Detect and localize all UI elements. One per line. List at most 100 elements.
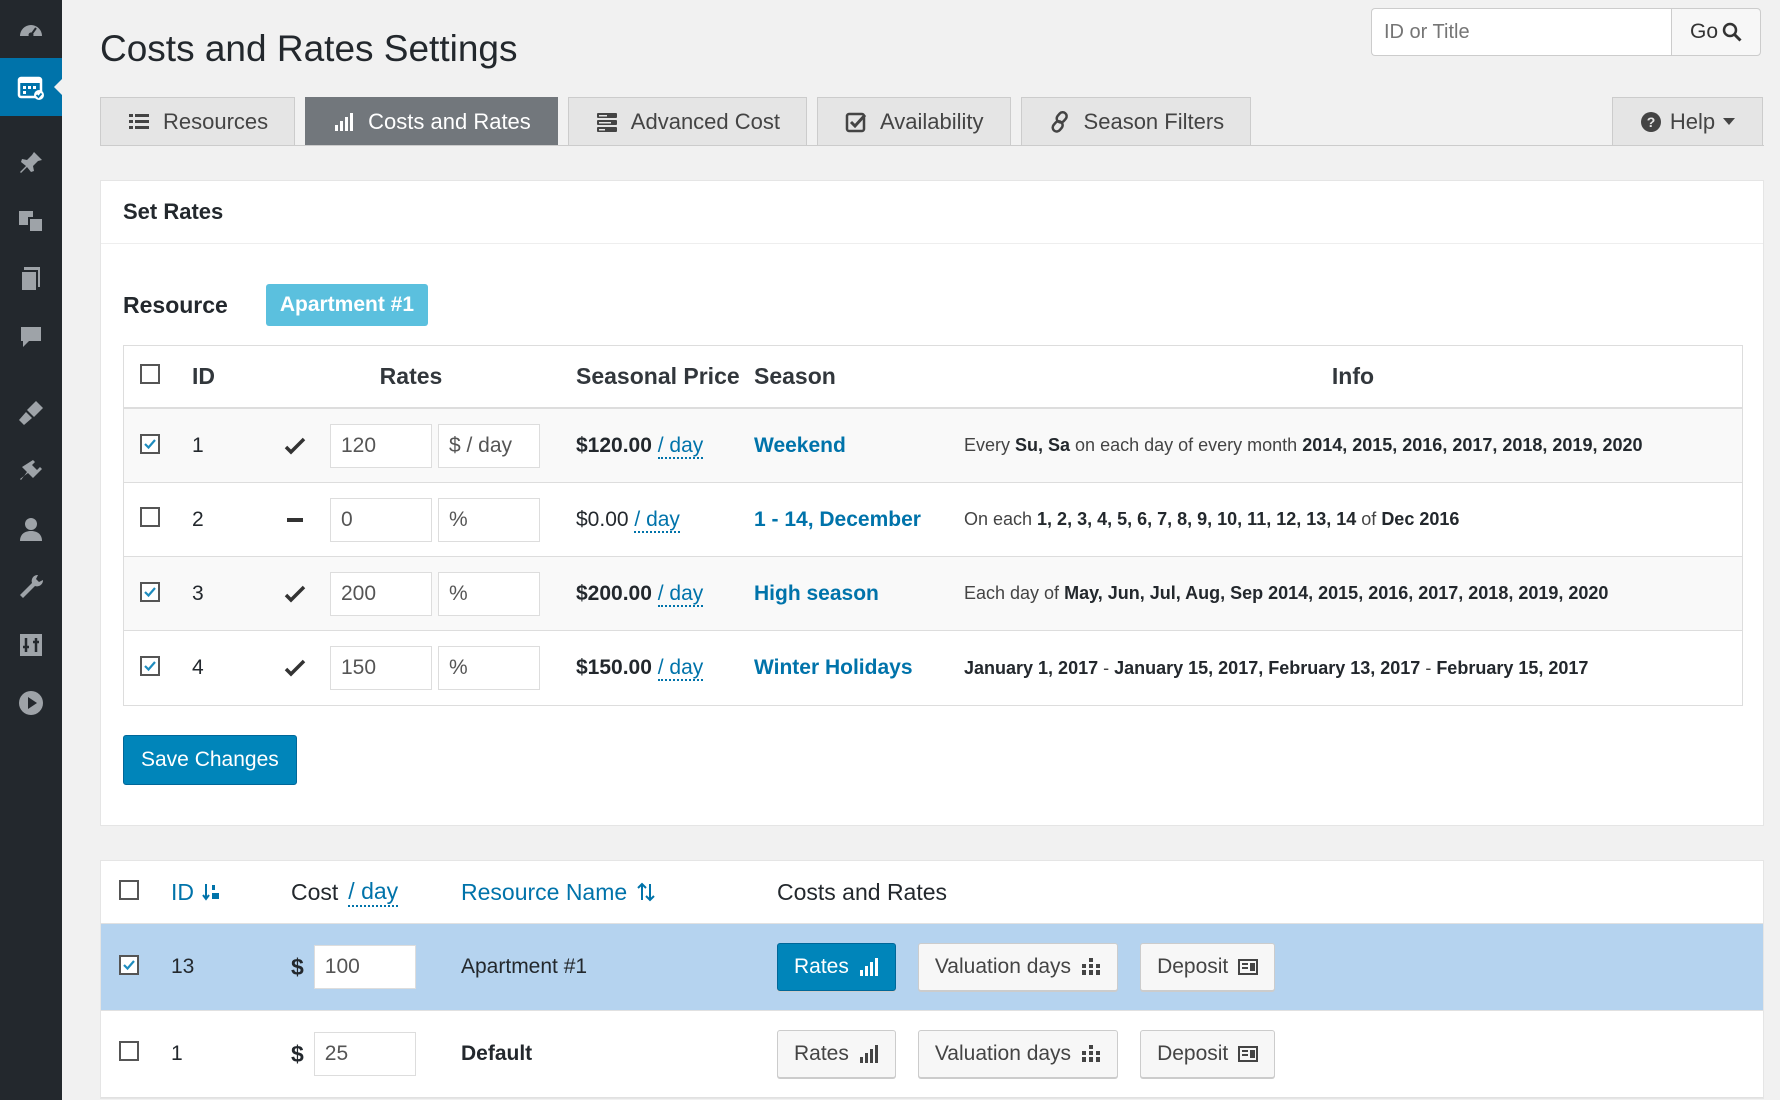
rate-row: 2 0% $0.00 / day 1 - 14, December On each 1,…	[124, 483, 1742, 557]
tab-advanced-cost[interactable]: Advanced Cost	[567, 97, 807, 146]
tab-resources[interactable]: Resources	[100, 97, 296, 146]
sort-by-name[interactable]: Resource Name	[461, 879, 777, 906]
rate-checkbox[interactable]	[140, 506, 160, 527]
settings-icon[interactable]	[0, 616, 62, 674]
rate-checkbox[interactable]	[140, 656, 160, 676]
rate-id: 3	[192, 581, 204, 605]
info-segment: January 1, 2017	[964, 657, 1099, 678]
sort-numeric-icon	[202, 884, 219, 901]
deposit-label: Deposit	[1157, 955, 1229, 978]
rates-table: ID Rates Seasonal Price Season Info 1 120…	[123, 345, 1743, 706]
seasonal-price: $0.00 / day	[562, 507, 754, 533]
search-icon	[1722, 22, 1742, 42]
rate-value-input[interactable]: 120	[330, 423, 432, 468]
deposit-button[interactable]: Deposit	[1140, 943, 1276, 991]
save-changes-button[interactable]: Save Changes	[123, 735, 297, 785]
valuation-days-button[interactable]: Valuation days	[917, 943, 1119, 991]
rates-button[interactable]: Rates	[777, 943, 896, 991]
currency-symbol: $	[291, 1040, 304, 1067]
rate-unit-select[interactable]: %	[438, 646, 540, 690]
valuation-label: Valuation days	[934, 1042, 1072, 1065]
col-id: ID	[171, 878, 194, 905]
help-dropdown[interactable]: ? Help	[1612, 97, 1763, 146]
media-icon[interactable]	[0, 192, 62, 250]
tasks-icon	[596, 113, 617, 132]
price-unit-toggle[interactable]: / day	[657, 433, 704, 459]
caret-down-icon	[1723, 118, 1736, 125]
rate-row: 1 120 $ / day $120.00 / day Weekend Every Su,…	[124, 409, 1742, 483]
price-unit-toggle[interactable]: / day	[657, 581, 704, 607]
tools-icon[interactable]	[0, 558, 62, 616]
users-icon[interactable]	[0, 500, 62, 558]
resources-table: ID Cost / day Resource Name Costs and Ra…	[100, 860, 1764, 1099]
resource-checkbox[interactable]	[119, 955, 139, 975]
info-segment: February 15, 2017	[1436, 657, 1589, 678]
select-all-checkbox[interactable]	[140, 364, 160, 384]
resource-badge: Apartment #1	[265, 284, 429, 326]
season-link[interactable]: High season	[754, 582, 964, 606]
rate-id: 1	[192, 433, 204, 457]
rate-checkbox[interactable]	[140, 581, 160, 602]
price-value: $120.00	[576, 433, 652, 457]
select-all-checkbox[interactable]	[119, 879, 139, 900]
calendar-icon[interactable]	[0, 58, 62, 116]
season-info: Every Su, Sa on each day of every month …	[964, 435, 1742, 456]
dashboard-icon[interactable]	[0, 0, 62, 58]
price-unit-toggle[interactable]: / day	[657, 656, 704, 681]
check-icon	[284, 659, 306, 677]
go-button[interactable]: Go	[1671, 8, 1761, 56]
rate-value-input[interactable]: 0	[330, 497, 432, 542]
info-segment: of	[1356, 509, 1382, 529]
resources-table-header: ID Cost / day Resource Name Costs and Ra…	[101, 861, 1763, 924]
pages-icon[interactable]	[0, 250, 62, 308]
season-link[interactable]: 1 - 14, December	[754, 508, 964, 532]
cost-input[interactable]: 100	[313, 945, 416, 989]
cost-unit-toggle[interactable]: / day	[348, 878, 399, 907]
play-icon[interactable]	[0, 674, 62, 732]
checkmark-icon	[144, 586, 156, 597]
rate-value-input[interactable]: 200	[330, 571, 432, 616]
main-content: Costs and Rates Settings Go Resources Co…	[62, 0, 1780, 1100]
rates-label: Rates	[794, 1042, 849, 1065]
rate-unit-select[interactable]: %	[438, 571, 540, 616]
tab-season-filters[interactable]: Season Filters	[1020, 97, 1252, 146]
pin-icon[interactable]	[0, 134, 62, 192]
deposit-button[interactable]: Deposit	[1140, 1030, 1276, 1078]
appearance-icon[interactable]	[0, 384, 62, 442]
resource-label: Resource	[123, 291, 228, 318]
season-link[interactable]: Weekend	[754, 434, 964, 458]
comments-icon[interactable]	[0, 308, 62, 366]
info-segment: On each	[964, 509, 1038, 529]
rate-unit-select[interactable]: %	[438, 497, 540, 542]
check-icon	[284, 585, 306, 602]
panel-title: Set Rates	[101, 181, 1763, 244]
list-icon	[129, 114, 149, 129]
plugins-icon[interactable]	[0, 442, 62, 500]
col-id: ID	[192, 363, 215, 389]
sort-by-id[interactable]: ID	[171, 879, 291, 906]
rate-unit-select[interactable]: $ / day	[438, 423, 540, 468]
col-cost-label: Cost	[291, 878, 339, 905]
cubes-icon	[1082, 958, 1101, 975]
tab-label: Availability	[880, 109, 984, 134]
cost-input[interactable]: 25	[313, 1032, 416, 1076]
rates-button[interactable]: Rates	[777, 1030, 896, 1078]
resource-row: Resource Apartment #1	[123, 284, 429, 326]
tab-label: Resources	[163, 109, 269, 134]
check-square-icon	[845, 112, 867, 133]
col-rates: Rates	[379, 363, 443, 389]
season-link[interactable]: Winter Holidays	[754, 656, 964, 680]
price-unit-toggle[interactable]: / day	[634, 507, 680, 533]
col-season: Season	[754, 363, 836, 389]
resource-id: 1	[171, 1042, 183, 1065]
resource-row: 1 $25 Default Rates Valuation days Deposit	[101, 1011, 1763, 1098]
rate-checkbox[interactable]	[140, 433, 160, 454]
question-circle-icon: ?	[1640, 112, 1661, 132]
valuation-days-button[interactable]: Valuation days	[917, 1030, 1119, 1078]
search-input[interactable]	[1371, 8, 1671, 56]
tab-costs-and-rates[interactable]: Costs and Rates	[305, 97, 558, 146]
tab-availability[interactable]: Availability	[817, 97, 1011, 146]
resource-checkbox[interactable]	[119, 1041, 139, 1061]
tab-label: Costs and Rates	[368, 109, 531, 134]
rate-value-input[interactable]: 150	[330, 646, 432, 690]
